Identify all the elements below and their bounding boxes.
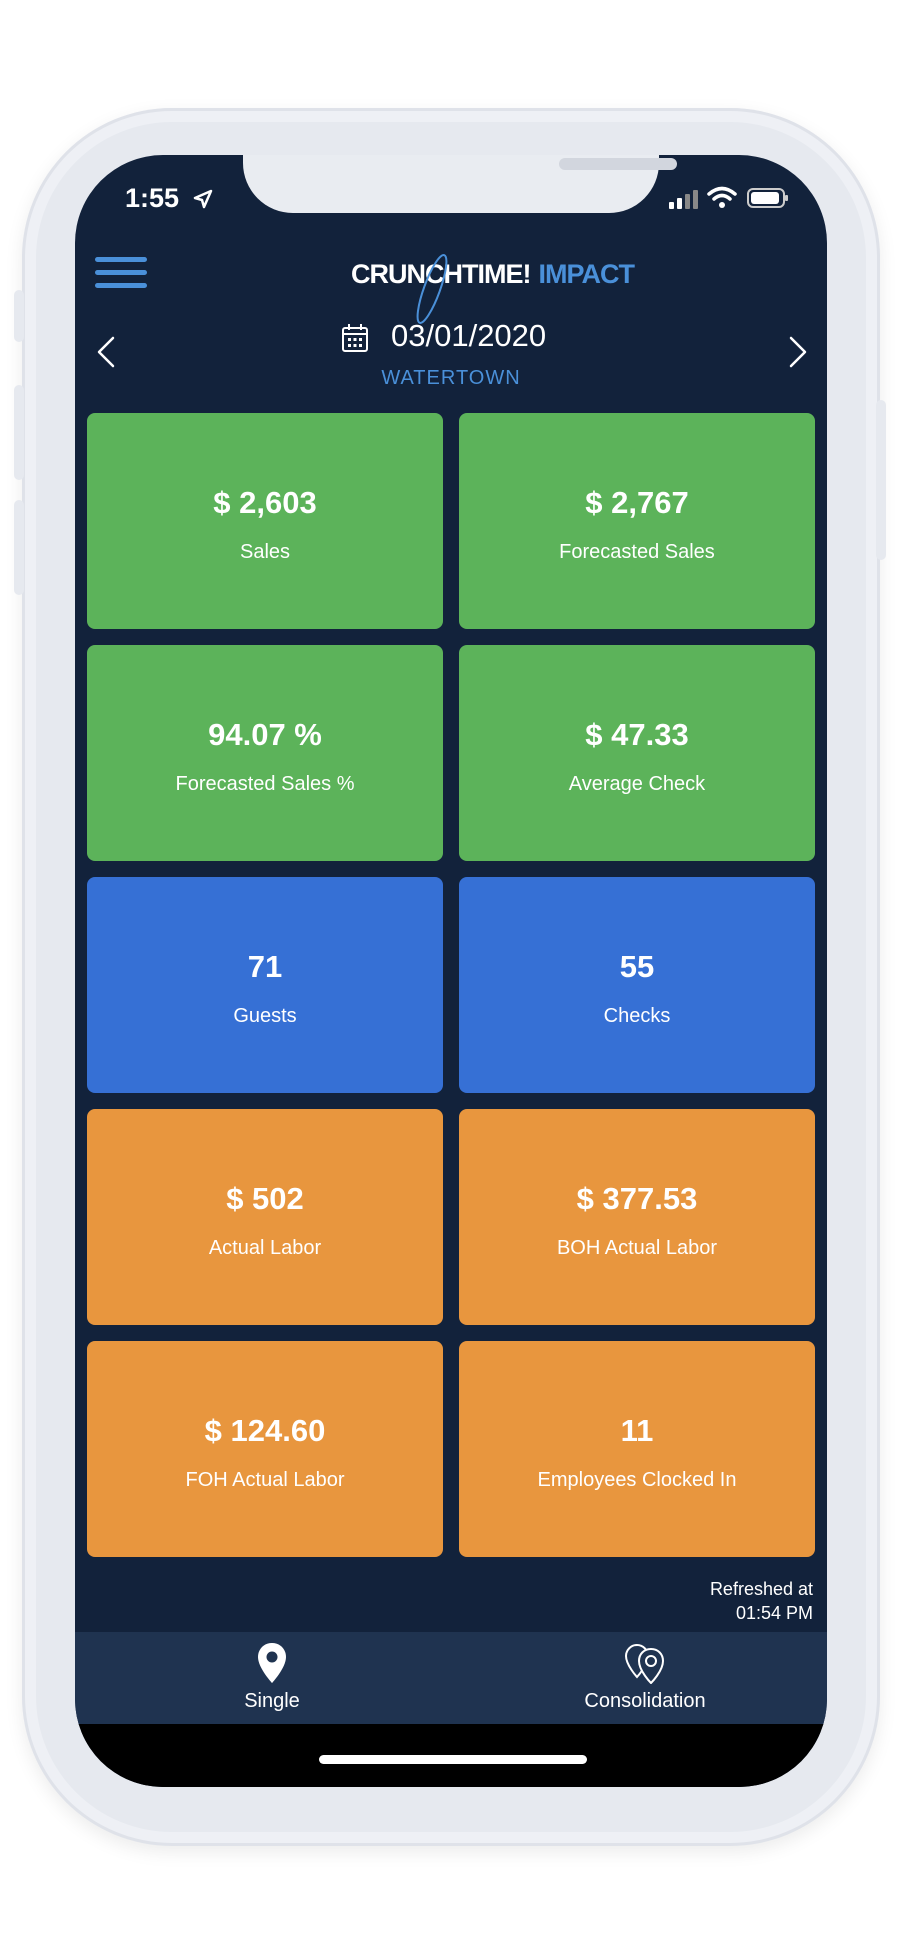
kpi-tile-checks[interactable]: 55 Checks (459, 877, 815, 1093)
kpi-tile-average-check[interactable]: $ 47.33 Average Check (459, 645, 815, 861)
kpi-label: Average Check (568, 773, 706, 795)
notch (243, 155, 677, 213)
kpi-value: 94.07 % (208, 717, 322, 752)
speaker (559, 158, 677, 170)
kpi-tile-boh-actual-labor[interactable]: $ 377.53 BOH Actual Labor (459, 1109, 815, 1325)
kpi-tile-guests[interactable]: 71 Guests (87, 877, 443, 1093)
kpi-value: $ 502 (226, 1181, 304, 1216)
menu-bar (95, 257, 147, 262)
tab-label: Consolidation (584, 1690, 706, 1712)
kpi-tile-employees-clocked-in[interactable]: 11 Employees Clocked In (459, 1341, 815, 1557)
home-indicator[interactable] (319, 1755, 587, 1764)
kpi-label: Employees Clocked In (537, 1469, 737, 1491)
chevron-left-icon[interactable] (95, 335, 117, 369)
kpi-value: $ 2,603 (213, 485, 317, 520)
kpi-label: Forecasted Sales % (175, 773, 355, 795)
kpi-value: 71 (247, 949, 283, 984)
map-pin-icon (258, 1643, 286, 1683)
selected-date[interactable]: 03/01/2020 (391, 318, 546, 354)
kpi-label: BOH Actual Labor (556, 1237, 718, 1259)
kpi-label: FOH Actual Labor (185, 1469, 345, 1491)
multi-pin-icon (624, 1643, 665, 1684)
chevron-right-icon[interactable] (787, 335, 809, 369)
app-screen: 1:55 CRUNCHTIME! IMPACT 03/01/2020 WATER… (75, 155, 827, 1787)
refresh-timestamp: Refreshed at 01:54 PM (710, 1577, 813, 1625)
kpi-tile-actual-labor[interactable]: $ 502 Actual Labor (87, 1109, 443, 1325)
kpi-tile-forecasted-sales-percent[interactable]: 94.07 % Forecasted Sales % (87, 645, 443, 861)
calendar-icon[interactable] (341, 323, 369, 353)
tab-single[interactable]: Single (207, 1632, 337, 1724)
kpi-tile-sales[interactable]: $ 2,603 Sales (87, 413, 443, 629)
kpi-value: $ 47.33 (585, 717, 689, 752)
side-button (14, 385, 24, 480)
battery-icon (747, 188, 788, 208)
tab-label: Single (244, 1690, 300, 1712)
kpi-value: $ 2,767 (585, 485, 689, 520)
signal-icon (669, 190, 698, 209)
side-button (876, 400, 886, 560)
kpi-value: $ 124.60 (204, 1413, 326, 1448)
kpi-label: Actual Labor (208, 1237, 322, 1259)
kpi-label: Guests (233, 1005, 297, 1027)
kpi-label: Forecasted Sales (559, 541, 715, 563)
kpi-label: Sales (239, 541, 291, 563)
refresh-time: 01:54 PM (735, 1603, 813, 1623)
status-time: 1:55 (125, 183, 180, 213)
bottom-tab-bar: Single Consolidation (75, 1632, 827, 1724)
location-name: WATERTOWN (381, 367, 521, 389)
kpi-value: $ 377.53 (576, 1181, 698, 1216)
location-arrow-icon (193, 189, 213, 209)
menu-icon[interactable] (95, 257, 147, 291)
tab-consolidation[interactable]: Consolidation (545, 1632, 745, 1724)
kpi-tile-foh-actual-labor[interactable]: $ 124.60 FOH Actual Labor (87, 1341, 443, 1557)
kpi-value: 11 (620, 1413, 654, 1448)
kpi-tile-forecasted-sales[interactable]: $ 2,767 Forecasted Sales (459, 413, 815, 629)
side-button (14, 500, 24, 595)
menu-bar (95, 270, 147, 275)
app-logo: CRUNCHTIME! IMPACT (351, 254, 635, 324)
logo-text-secondary: IMPACT (538, 259, 634, 289)
kpi-label: Checks (603, 1005, 671, 1027)
wifi-icon (707, 186, 737, 208)
kpi-value: 55 (619, 949, 655, 984)
side-button (14, 290, 24, 342)
refresh-label: Refreshed at (709, 1579, 813, 1599)
menu-bar (95, 283, 147, 288)
logo-swoosh-icon (416, 254, 448, 324)
